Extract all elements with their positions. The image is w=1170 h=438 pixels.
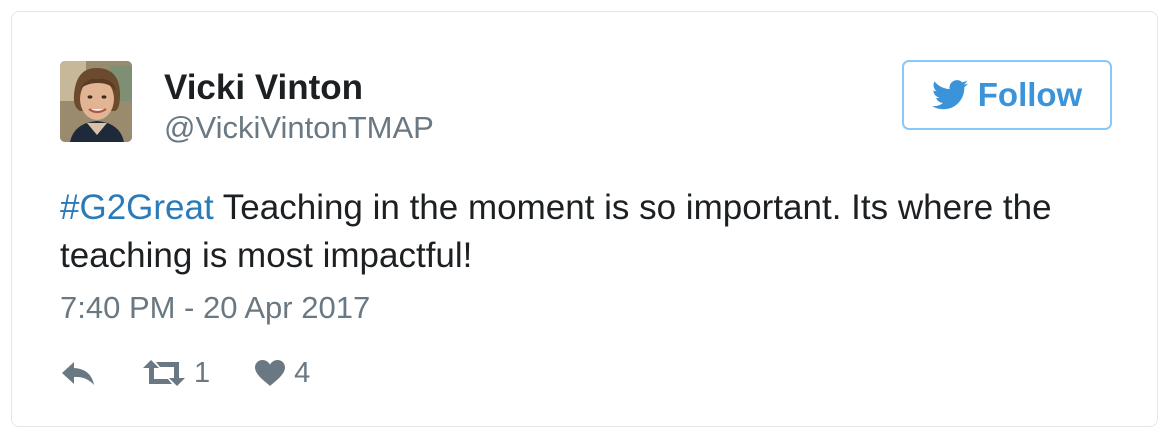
follow-label: Follow <box>977 76 1083 113</box>
retweet-icon <box>143 360 185 386</box>
tweet-card: Vicki Vinton @VickiVintonTMAP Follow #G2… <box>11 11 1158 427</box>
tweet-text: #G2Great Teaching in the moment is so im… <box>60 184 1120 280</box>
retweet-count: 1 <box>194 357 211 389</box>
author-handle[interactable]: @VickiVintonTMAP <box>164 108 434 148</box>
author-name[interactable]: Vicki Vinton <box>164 66 363 110</box>
reply-button[interactable] <box>60 359 96 387</box>
twitter-bird-icon <box>931 80 968 110</box>
reply-icon <box>62 362 94 385</box>
tweet-actions: 1 4 <box>60 355 310 391</box>
avatar[interactable] <box>60 61 132 142</box>
like-count: 4 <box>294 357 311 389</box>
like-button[interactable]: 4 <box>254 355 310 391</box>
retweet-button[interactable]: 1 <box>142 355 210 391</box>
follow-button[interactable]: Follow <box>902 60 1112 130</box>
heart-icon <box>255 360 286 386</box>
hashtag-link[interactable]: #G2Great <box>60 188 214 227</box>
tweet-timestamp[interactable]: 7:40 PM - 20 Apr 2017 <box>60 288 370 328</box>
